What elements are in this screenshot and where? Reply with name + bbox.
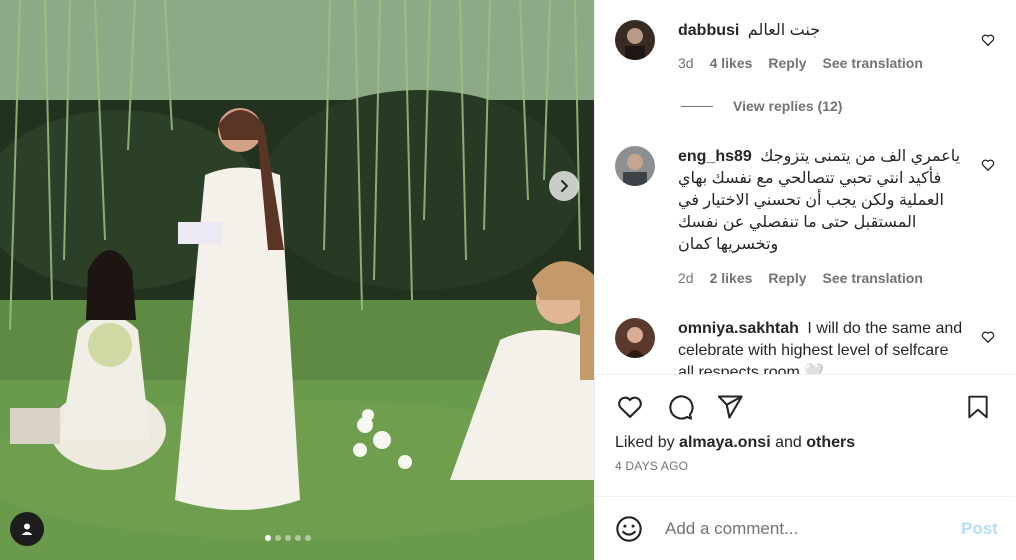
tagged-users-button[interactable] — [10, 512, 44, 546]
carousel-dot — [295, 535, 301, 541]
carousel-indicator — [265, 535, 311, 541]
next-image-button[interactable] — [549, 171, 579, 201]
reply-button[interactable]: Reply — [768, 270, 806, 286]
comment-username[interactable]: dabbusi — [678, 22, 739, 39]
divider-line — [681, 105, 713, 107]
comments-list[interactable]: dabbusi جنت العالم 3d 4 likes Reply See … — [595, 0, 1015, 374]
liked-by-and: and — [775, 434, 802, 451]
avatar[interactable] — [615, 146, 655, 186]
comment-likes[interactable]: 4 likes — [710, 55, 753, 71]
see-translation-button[interactable]: See translation — [823, 270, 923, 286]
avatar[interactable] — [615, 318, 655, 358]
comment-age[interactable]: 3d — [678, 55, 694, 71]
comment-body: dabbusi جنت العالم — [678, 20, 968, 42]
comment-text: جنت العالم — [747, 22, 821, 39]
comment-item: eng_hs89 ياعمري الف من يتمنى يتزوجك فأكي… — [615, 146, 1005, 296]
comment-item: omniya.sakhtah I will do the same and ce… — [615, 318, 1005, 374]
reply-button[interactable]: Reply — [768, 55, 806, 71]
comment-username[interactable]: omniya.sakhtah — [678, 320, 799, 337]
heart-icon[interactable] — [981, 33, 995, 47]
view-replies-label: View replies (12) — [733, 98, 843, 114]
comment-likes[interactable]: 2 likes — [710, 270, 753, 286]
view-replies-button[interactable]: View replies (12) — [681, 98, 842, 114]
liked-by: Liked by almaya.onsi and others — [615, 434, 855, 452]
heart-icon[interactable] — [981, 158, 995, 172]
emoji-icon[interactable] — [615, 515, 643, 543]
liked-by-user-link[interactable]: almaya.onsi — [679, 434, 771, 451]
carousel-dot — [285, 535, 291, 541]
comment-icon[interactable] — [665, 393, 695, 421]
heart-icon[interactable] — [615, 393, 645, 421]
add-comment-bar: Post — [595, 496, 1015, 560]
comment-username[interactable]: eng_hs89 — [678, 148, 752, 165]
carousel-dot — [305, 535, 311, 541]
others-link[interactable]: others — [806, 434, 855, 451]
comment-input[interactable] — [665, 517, 945, 541]
avatar[interactable] — [615, 20, 655, 60]
carousel-dot — [275, 535, 281, 541]
comment-body: eng_hs89 ياعمري الف من يتمنى يتزوجك فأكي… — [678, 146, 978, 256]
comment-meta: 2d 2 likes Reply See translation — [678, 270, 923, 286]
photo-scene — [0, 0, 594, 560]
post-photo[interactable] — [0, 0, 594, 560]
carousel-dot — [265, 535, 271, 541]
comment-age[interactable]: 2d — [678, 270, 694, 286]
user-tag-icon — [21, 523, 33, 535]
share-icon[interactable] — [715, 393, 745, 421]
heart-icon[interactable] — [981, 330, 995, 344]
post-timestamp[interactable]: 4 DAYS AGO — [615, 459, 688, 473]
see-translation-button[interactable]: See translation — [823, 55, 923, 71]
comment-body: omniya.sakhtah I will do the same and ce… — [678, 318, 968, 374]
comment-meta: 3d 4 likes Reply See translation — [678, 55, 923, 71]
post-side-panel: dabbusi جنت العالم 3d 4 likes Reply See … — [594, 0, 1016, 560]
post-actions: Liked by almaya.onsi and others 4 DAYS A… — [595, 374, 1015, 496]
post-comment-button[interactable]: Post — [961, 519, 998, 539]
bookmark-icon[interactable] — [965, 393, 991, 421]
chevron-right-icon — [561, 180, 568, 192]
liked-by-prefix: Liked by — [615, 434, 675, 451]
